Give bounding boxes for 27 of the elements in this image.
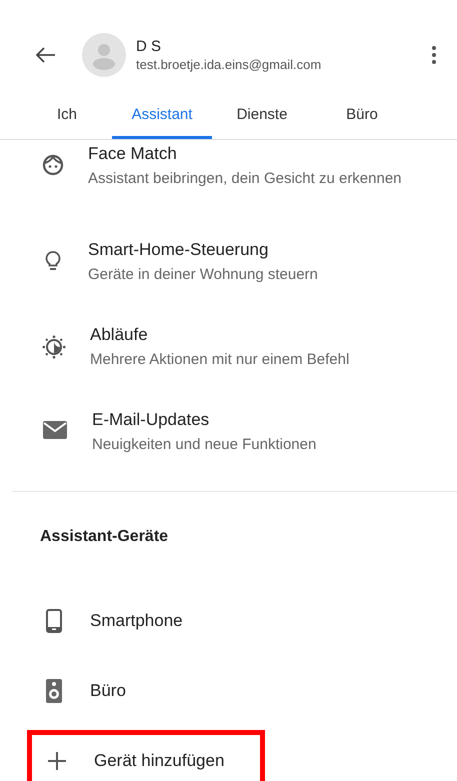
tab[interactable]: Dienste [212,94,312,139]
section-heading: Assistant-Geräte [39,527,170,546]
setting-title[interactable]: Face Match [88,144,418,164]
speaker-icon [46,679,62,703]
account-email: test.broetje.ida.eins@gmail.com [136,57,322,72]
sun-moon-icon [42,335,66,359]
setting-description: Assistant beibringen, dein Gesicht zu erkennen [88,169,403,188]
tab[interactable]: Ich [22,94,112,139]
setting-title[interactable]: Abläufe [90,325,420,345]
device-item[interactable]: Büro [90,681,126,701]
setting-description: Mehrere Aktionen mit nur einem Befehl [90,350,350,370]
face-icon [42,154,64,176]
envelope-icon [42,420,68,440]
setting-title[interactable]: E-Mail-Updates [92,410,422,430]
device-item[interactable]: Smartphone [90,611,183,631]
setting-title[interactable]: Smart-Home-Steuerung [88,240,418,260]
more-options-icon[interactable] [431,45,437,65]
setting-description: Neuigkeiten und neue Funktionen [92,435,318,454]
back-icon[interactable] [36,47,56,63]
tab[interactable]: Büro [312,94,412,139]
avatar-icon [82,33,126,77]
setting-description: Geräte in deiner Wohnung steuern [88,265,319,284]
device-item[interactable]: Gerät hinzufügen [94,750,224,770]
plus-icon [48,752,66,770]
tab[interactable]: Assistant [112,94,212,139]
account-name: D S [136,38,162,55]
smartphone-icon [46,609,62,633]
